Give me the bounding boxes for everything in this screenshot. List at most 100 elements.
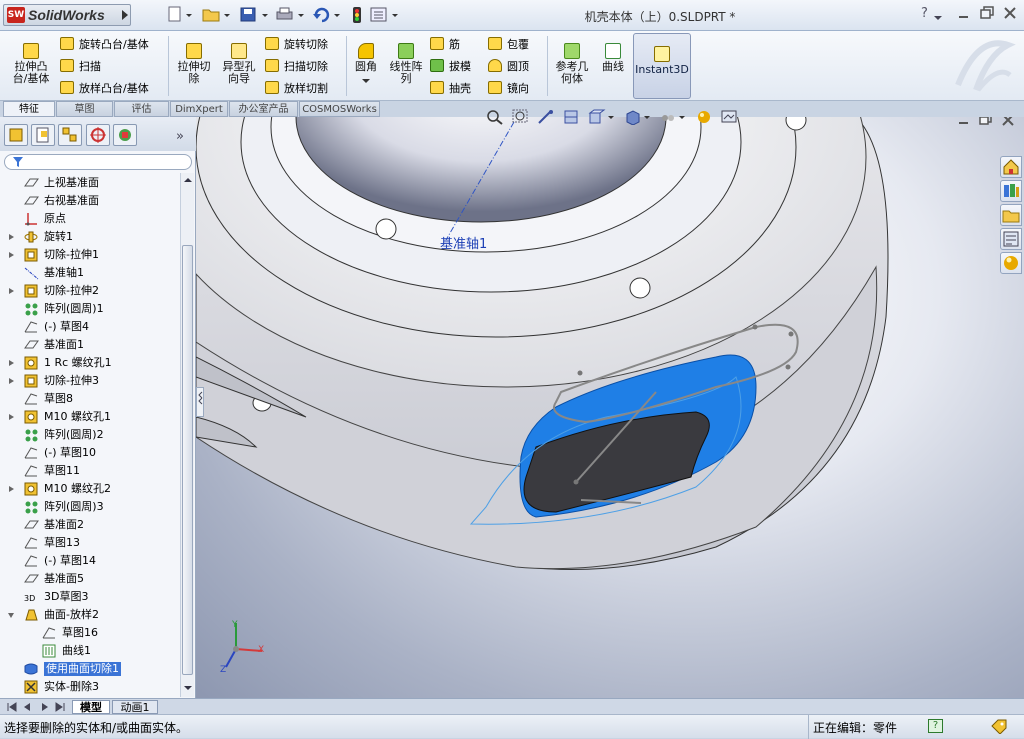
- swept-boss-button[interactable]: 扫描: [60, 59, 101, 75]
- viewport-minimize-button[interactable]: [958, 117, 970, 129]
- open-button[interactable]: [202, 6, 232, 24]
- loft-boss-button[interactable]: 放样凸台/基体: [60, 81, 149, 97]
- tree-item[interactable]: 草图8: [0, 390, 180, 408]
- dome-button[interactable]: 圆顶: [488, 59, 529, 75]
- reference-geometry-button[interactable]: 参考几 何体: [550, 43, 594, 85]
- print-button[interactable]: [276, 6, 306, 24]
- minimize-button[interactable]: [958, 6, 970, 24]
- help-button[interactable]: ?: [921, 6, 928, 21]
- tab-features[interactable]: 特征: [3, 101, 55, 117]
- expanded-chevron-icon[interactable]: [8, 613, 14, 618]
- solidworks-resources-tab[interactable]: [1000, 156, 1022, 178]
- expand-chevron-icon[interactable]: [9, 486, 14, 492]
- tree-item[interactable]: M10 螺纹孔1: [0, 408, 180, 426]
- tree-item[interactable]: 使用曲面切除1: [0, 660, 180, 678]
- tree-item[interactable]: 原点: [0, 210, 180, 228]
- tree-item[interactable]: 阵列(圆周)1: [0, 300, 180, 318]
- tree-item[interactable]: 曲线1: [0, 642, 180, 660]
- status-tag-button[interactable]: [990, 718, 1008, 737]
- swept-cut-button[interactable]: 扫描切除: [265, 59, 328, 75]
- design-library-tab[interactable]: [1000, 180, 1022, 202]
- new-document-button[interactable]: [166, 6, 192, 24]
- revolve-cut-button[interactable]: 旋转切除: [265, 37, 328, 53]
- rib-button[interactable]: 筋: [430, 37, 460, 53]
- view-orientation-button[interactable]: [588, 109, 616, 125]
- tab-evaluate[interactable]: 评估: [114, 101, 169, 117]
- tree-item[interactable]: 上视基准面: [0, 174, 180, 192]
- help-status-button[interactable]: ?: [928, 719, 943, 733]
- panel-expand-button[interactable]: »: [176, 129, 184, 144]
- shell-button[interactable]: 抽壳: [430, 81, 471, 97]
- scrollbar-thumb[interactable]: [182, 245, 193, 675]
- tree-item[interactable]: 切除-拉伸1: [0, 246, 180, 264]
- linear-pattern-button[interactable]: 线性阵 列: [385, 43, 427, 85]
- appearance-button[interactable]: [695, 109, 713, 125]
- hide-show-button[interactable]: [659, 109, 687, 125]
- mirror-button[interactable]: 镜向: [488, 81, 529, 97]
- revolve-boss-button[interactable]: 旋转凸台/基体: [60, 37, 149, 53]
- tree-item[interactable]: 右视基准面: [0, 192, 180, 210]
- tree-item[interactable]: 草图11: [0, 462, 180, 480]
- expand-chevron-icon[interactable]: [9, 288, 14, 294]
- tree-scrollbar[interactable]: [180, 173, 194, 697]
- zoom-to-area-button[interactable]: [512, 109, 530, 125]
- viewport-close-button[interactable]: [1002, 117, 1014, 129]
- tree-item[interactable]: (-) 草图14: [0, 552, 180, 570]
- zoom-to-fit-button[interactable]: [486, 109, 504, 125]
- previous-view-button[interactable]: [537, 109, 555, 125]
- hole-wizard-button[interactable]: 异型孔 向导: [217, 43, 261, 85]
- section-view-button[interactable]: [563, 109, 581, 125]
- view-settings-button[interactable]: [720, 109, 738, 125]
- tree-item[interactable]: 旋转1: [0, 228, 180, 246]
- expand-chevron-icon[interactable]: [9, 360, 14, 366]
- tree-item[interactable]: 基准面5: [0, 570, 180, 588]
- tree-item[interactable]: 基准轴1: [0, 264, 180, 282]
- draft-button[interactable]: 拔模: [430, 59, 471, 75]
- restore-button[interactable]: [980, 6, 994, 24]
- expand-chevron-icon[interactable]: [9, 378, 14, 384]
- viewport-restore-button[interactable]: [979, 117, 993, 129]
- tree-item[interactable]: 切除-拉伸3: [0, 372, 180, 390]
- graphics-area[interactable]: 基准轴1 Y X Z: [196, 117, 1024, 698]
- tree-item[interactable]: 草图16: [0, 624, 180, 642]
- view-palette-tab[interactable]: [1000, 228, 1022, 250]
- loft-cut-button[interactable]: 放样切割: [265, 81, 328, 97]
- expand-chevron-icon[interactable]: [9, 252, 14, 258]
- display-style-button[interactable]: [624, 109, 652, 126]
- tree-item[interactable]: (-) 草图10: [0, 444, 180, 462]
- tree-item[interactable]: 3D 3D草图3: [0, 588, 180, 606]
- tree-item[interactable]: 实体-删除3: [0, 678, 180, 696]
- rebuild-button[interactable]: [350, 6, 364, 24]
- expand-chevron-icon[interactable]: [9, 234, 14, 240]
- tab-dimxpert[interactable]: DimXpert: [170, 101, 228, 117]
- save-button[interactable]: [240, 6, 270, 24]
- tree-item[interactable]: 基准面2: [0, 516, 180, 534]
- close-button[interactable]: [1003, 6, 1017, 24]
- instant3d-toggle[interactable]: Instant3D: [633, 33, 691, 99]
- appearances-scenes-tab[interactable]: [1000, 252, 1022, 274]
- tree-item[interactable]: 1 Rc 螺纹孔1: [0, 354, 180, 372]
- extrude-boss-button[interactable]: 拉伸凸 台/基体: [8, 43, 54, 85]
- wrap-button[interactable]: 包覆: [488, 37, 529, 53]
- fillet-button[interactable]: 圆角: [350, 43, 382, 88]
- tab-office-products[interactable]: 办公室产品: [229, 101, 298, 117]
- tree-item[interactable]: (-) 草图4: [0, 318, 180, 336]
- tree-item[interactable]: 草图13: [0, 534, 180, 552]
- help-menu-arrow[interactable]: [934, 11, 942, 26]
- options-button[interactable]: [370, 6, 400, 24]
- curves-button[interactable]: 曲线: [596, 43, 630, 73]
- undo-button[interactable]: [312, 6, 342, 24]
- feature-manager-tab[interactable]: [4, 124, 28, 146]
- tree-item[interactable]: 切除-拉伸2: [0, 282, 180, 300]
- expand-chevron-icon[interactable]: [9, 414, 14, 420]
- extrude-cut-button[interactable]: 拉伸切 除: [172, 43, 216, 85]
- tree-filter-input[interactable]: [4, 154, 192, 170]
- tab-sketch[interactable]: 草图: [56, 101, 113, 117]
- configuration-manager-tab[interactable]: [58, 124, 82, 146]
- property-manager-tab[interactable]: [31, 124, 55, 146]
- tree-item[interactable]: 阵列(圆周)3: [0, 498, 180, 516]
- tree-item[interactable]: 阵列(圆周)2: [0, 426, 180, 444]
- dimxpert-manager-tab[interactable]: [86, 124, 110, 146]
- tree-item[interactable]: M10 螺纹孔2: [0, 480, 180, 498]
- display-manager-tab[interactable]: [113, 124, 137, 146]
